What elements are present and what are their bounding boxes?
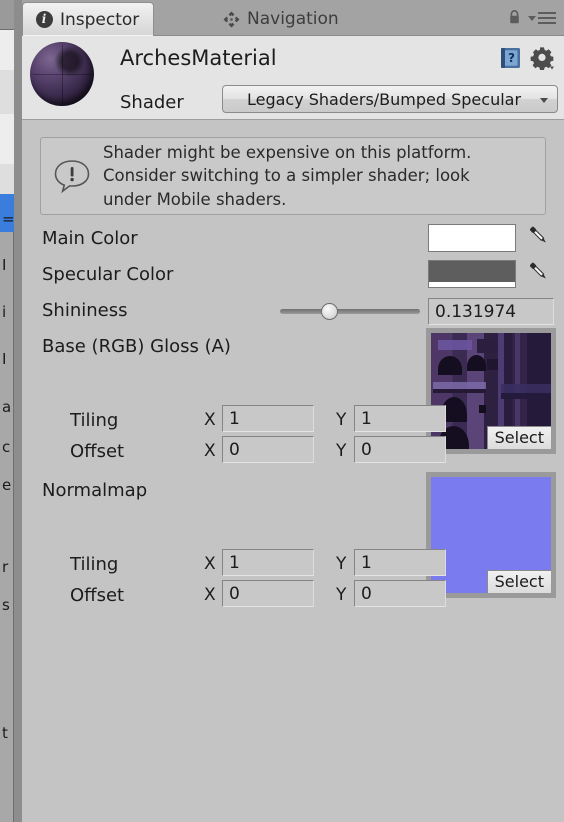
base-offset-y-label: Y xyxy=(336,441,347,461)
left-text-fragment: a xyxy=(2,400,12,415)
normalmap-tiling-label: Tiling xyxy=(70,554,119,575)
base-tiling-y-label: Y xyxy=(336,410,347,430)
base-offset-label: Offset xyxy=(70,441,125,462)
main-color-swatch[interactable] xyxy=(428,224,516,252)
base-tiling-x-label: X xyxy=(204,410,216,430)
shininess-slider-track[interactable] xyxy=(280,309,420,314)
base-offset-x-label: X xyxy=(204,441,216,461)
shader-dropdown-value: Legacy Shaders/Bumped Specular xyxy=(246,89,522,109)
base-tiling-y-field[interactable]: 1 xyxy=(354,405,446,432)
adjacent-panel-header xyxy=(0,0,14,30)
shader-dropdown[interactable]: Legacy Shaders/Bumped Specular xyxy=(222,85,558,113)
left-text-fragment: r xyxy=(2,560,9,575)
specular-color-swatch[interactable] xyxy=(428,260,516,288)
normalmap-label: Normalmap xyxy=(42,480,148,501)
normalmap-offset-y-field[interactable]: 0 xyxy=(354,580,446,607)
left-text-fragment: = xyxy=(2,212,14,227)
normalmap-offset-x-label: X xyxy=(204,585,216,605)
normalmap-offset-x-field[interactable]: 0 xyxy=(222,580,314,607)
normalmap-select-button[interactable]: Select xyxy=(486,570,551,593)
normalmap-offset-y-label: Y xyxy=(336,585,347,605)
tab-navigation-label: Navigation xyxy=(247,9,339,29)
lock-icon[interactable] xyxy=(507,9,522,25)
specular-color-alpha-bar xyxy=(429,282,515,287)
left-text-fragment: i xyxy=(2,305,7,320)
list-item[interactable] xyxy=(0,30,14,70)
normalmap-tiling-y-label: Y xyxy=(336,554,347,574)
move-arrows-icon xyxy=(222,10,240,28)
shininess-slider-handle[interactable] xyxy=(321,303,338,320)
left-text-fragment: e xyxy=(2,478,12,493)
adjacent-panel-strip: = I i I a c e r s t xyxy=(0,0,22,822)
base-tiling-label: Tiling xyxy=(70,410,119,431)
shininess-value-field[interactable]: 0.131974 xyxy=(428,298,554,325)
base-offset-x-field[interactable]: 0 xyxy=(222,436,314,463)
gear-icon[interactable] xyxy=(530,46,556,71)
eyedropper-icon[interactable] xyxy=(525,259,551,285)
normalmap-offset-label: Offset xyxy=(70,585,125,606)
shader-warning-text: Shader might be expensive on this platfo… xyxy=(103,142,472,209)
base-tiling-x-field[interactable]: 1 xyxy=(222,405,314,432)
base-offset-y-field[interactable]: 0 xyxy=(354,436,446,463)
normalmap-tiling-x-field[interactable]: 1 xyxy=(222,549,314,576)
left-text-fragment: c xyxy=(2,440,11,455)
svg-text:?: ? xyxy=(508,51,515,65)
left-text-fragment: t xyxy=(2,726,8,741)
base-texture-select-button[interactable]: Select xyxy=(486,426,551,449)
shader-label: Shader xyxy=(120,92,184,113)
list-item[interactable] xyxy=(0,70,14,114)
hamburger-menu-icon[interactable] xyxy=(528,11,556,25)
shininess-label: Shininess xyxy=(42,300,128,321)
material-header: ArchesMaterial Shader Legacy Shaders/Bum… xyxy=(22,36,564,120)
main-color-label: Main Color xyxy=(42,228,138,249)
material-sphere-preview[interactable] xyxy=(30,42,94,106)
tab-inspector[interactable]: i Inspector xyxy=(22,2,155,36)
tab-inspector-label: Inspector xyxy=(60,9,140,30)
list-item[interactable] xyxy=(0,114,14,164)
left-text-fragment: I xyxy=(2,352,7,367)
specular-color-label: Specular Color xyxy=(42,264,174,285)
chevron-down-icon xyxy=(540,98,548,103)
list-item[interactable] xyxy=(0,164,14,194)
normalmap-tiling-x-label: X xyxy=(204,554,216,574)
tab-bar: i Inspector Navigation xyxy=(22,0,564,36)
tab-navigation[interactable]: Navigation xyxy=(210,2,353,36)
adjacent-panel-list[interactable]: = I i I a c e r s t xyxy=(0,0,14,822)
inspector-window: i Inspector Navigation ArchesMaterial Sh… xyxy=(22,0,564,822)
info-circle-icon: i xyxy=(35,11,53,29)
warning-exclamation-icon xyxy=(51,155,93,197)
left-text-fragment: s xyxy=(2,598,10,613)
material-name: ArchesMaterial xyxy=(120,46,277,70)
main-color-alpha-bar xyxy=(429,246,515,251)
shader-warning-box: Shader might be expensive on this platfo… xyxy=(40,137,546,215)
eyedropper-icon[interactable] xyxy=(525,223,551,249)
left-text-fragment: I xyxy=(2,258,7,273)
help-book-icon[interactable]: ? xyxy=(500,46,522,70)
base-texture-label: Base (RGB) Gloss (A) xyxy=(42,336,231,357)
normalmap-tiling-y-field[interactable]: 1 xyxy=(354,549,446,576)
inspector-body: Shader might be expensive on this platfo… xyxy=(22,120,564,822)
